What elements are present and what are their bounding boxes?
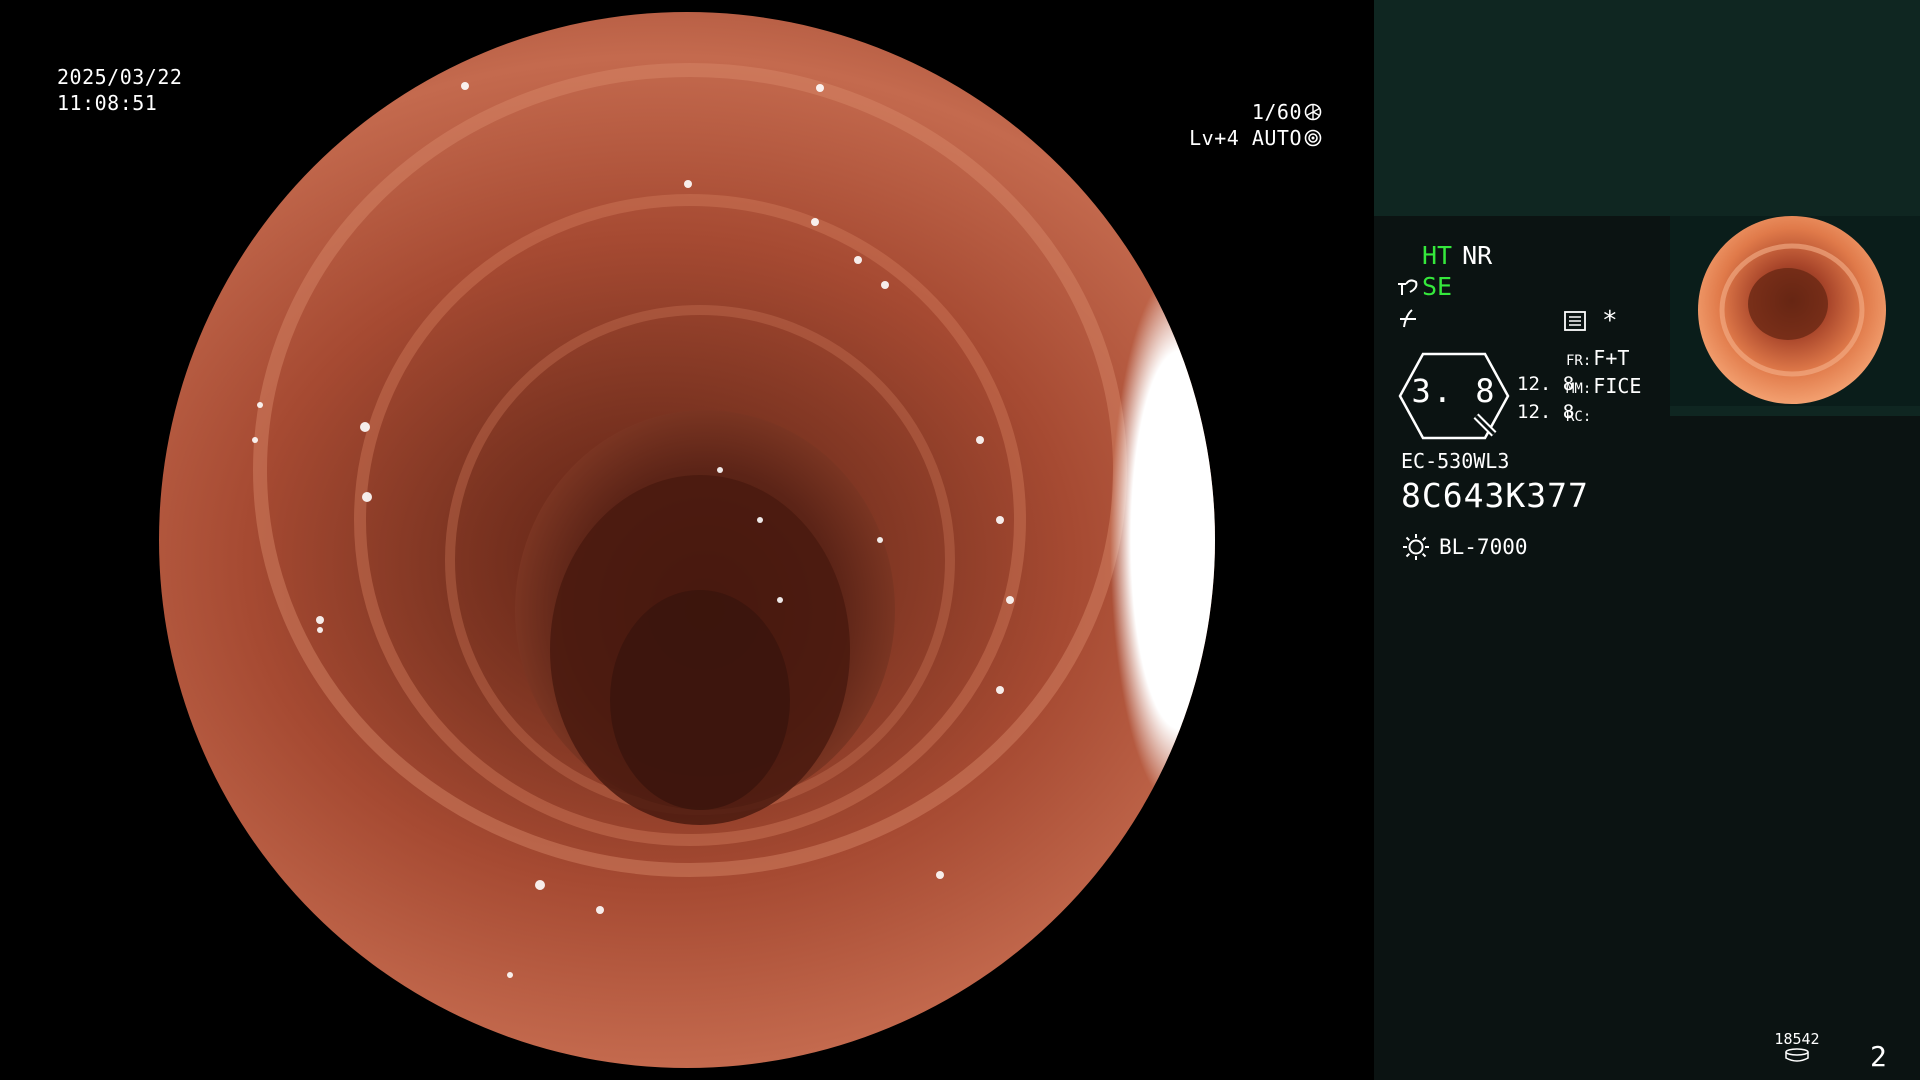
fr-value: F+T xyxy=(1593,346,1630,370)
endoscope-view: 2025/03/22 11:08:51 1/60 Lv+4 AUTO xyxy=(0,0,1374,1080)
status-icons: * xyxy=(1564,306,1618,336)
light-source-model: BL-7000 xyxy=(1439,535,1528,559)
menu-list-icon xyxy=(1564,311,1586,331)
iris-mode: Lv+4 AUTO xyxy=(1189,126,1302,150)
exposure-readout: 1/60 Lv+4 AUTO xyxy=(1189,99,1322,151)
mode-labels: FR: F+T MM: FICE RC: xyxy=(1566,346,1641,430)
nr-label: NR xyxy=(1462,240,1493,270)
image-count: 18542 xyxy=(1774,1030,1820,1048)
date-text: 2025/03/22 xyxy=(57,65,183,89)
shutter-speed: 1/60 xyxy=(1251,100,1302,124)
enhance-curve-icon xyxy=(1398,278,1418,295)
image-settings: HT NR SE xyxy=(1396,240,1492,333)
mm-label: MM: xyxy=(1566,381,1592,397)
image-counter: 18542 xyxy=(1767,1030,1827,1062)
endoscopic-image xyxy=(159,12,1215,1068)
iris-icon xyxy=(1304,129,1322,147)
time-text: 11:08:51 xyxy=(57,91,158,115)
fr-label: FR: xyxy=(1566,353,1592,369)
se-label: SE xyxy=(1422,271,1453,301)
aperture-icon xyxy=(1304,103,1322,121)
timestamp: 2025/03/22 11:08:51 xyxy=(57,64,182,116)
gamma-icon xyxy=(1400,308,1416,327)
asterisk-indicator: * xyxy=(1602,306,1618,336)
scope-model: EC-530WL3 xyxy=(1401,449,1510,473)
page-number: 2 xyxy=(1870,1040,1887,1073)
info-panel: HT NR SE * 3. 8 12. 8 12. 8 FR: F+T MM: … xyxy=(1374,0,1920,1080)
light-source: BL-7000 xyxy=(1401,532,1528,562)
magnification-value: 3. 8 xyxy=(1411,372,1497,410)
light-source-icon xyxy=(1403,534,1429,560)
scope-serial: 8C643K377 xyxy=(1401,476,1589,515)
thumbnail-image xyxy=(1670,216,1920,416)
mm-value: FICE xyxy=(1593,374,1642,398)
rc-label: RC: xyxy=(1566,409,1592,425)
magnification-display: 3. 8 xyxy=(1398,352,1510,440)
panel-header xyxy=(1374,0,1920,216)
reference-thumbnail xyxy=(1670,216,1920,416)
ht-label: HT xyxy=(1422,240,1453,270)
storage-icon xyxy=(1785,1048,1809,1062)
